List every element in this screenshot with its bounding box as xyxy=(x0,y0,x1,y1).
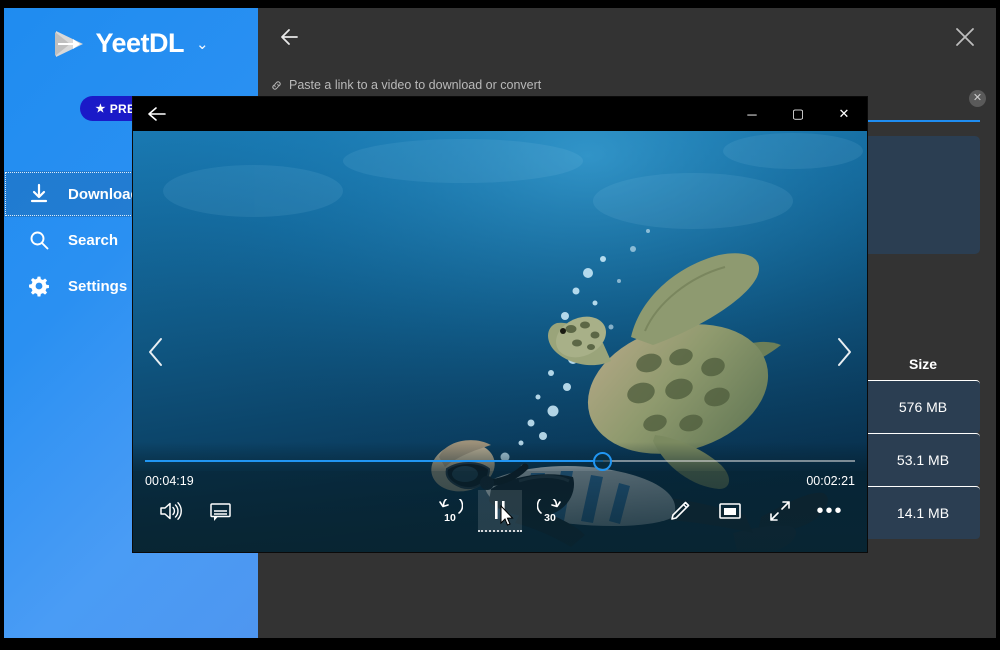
close-button[interactable]: ✕ xyxy=(821,97,867,131)
paste-link-hint: Paste a link to a video to download or c… xyxy=(270,78,541,92)
seek-bar[interactable] xyxy=(145,452,855,471)
brand-name: YeetDL xyxy=(95,28,184,58)
link-icon xyxy=(272,80,281,90)
mini-player-button[interactable] xyxy=(708,490,752,532)
video-player-window: ─ ▢ ✕ 00:04:19 00:02:21 xyxy=(133,97,867,552)
mini-player-icon xyxy=(719,503,741,519)
fullscreen-button[interactable] xyxy=(758,490,802,532)
pencil-icon xyxy=(671,501,690,520)
pause-icon xyxy=(495,501,505,519)
back-arrow-icon[interactable] xyxy=(145,103,171,125)
next-video-button[interactable] xyxy=(827,327,861,377)
back-arrow-icon[interactable] xyxy=(276,22,306,52)
elapsed-time: 00:04:19 xyxy=(145,474,194,488)
chevron-left-icon xyxy=(149,338,162,366)
maximize-button[interactable]: ▢ xyxy=(775,97,821,131)
content-topbar xyxy=(258,8,996,68)
sidebar-item-label: Settings xyxy=(68,277,128,295)
more-options-button[interactable]: ••• xyxy=(808,490,852,532)
play-logo-icon xyxy=(55,30,84,57)
brand[interactable]: YeetDL ⌄ xyxy=(4,28,258,59)
screen: YeetDL ⌄ ★ PREMIUM Downloads xyxy=(0,0,1000,650)
remaining-time: 00:02:21 xyxy=(806,474,855,488)
captions-button[interactable] xyxy=(198,490,242,532)
play-pause-button[interactable] xyxy=(478,490,522,532)
paste-link-hint-label: Paste a link to a video to download or c… xyxy=(289,78,542,92)
search-icon xyxy=(30,231,49,250)
chevron-down-icon[interactable]: ⌄ xyxy=(196,35,209,53)
close-icon[interactable] xyxy=(952,24,978,50)
column-header-size: Size xyxy=(908,356,937,372)
cell-size: 14.1 MB xyxy=(896,505,950,521)
cell-size: 53.1 MB xyxy=(896,452,950,468)
fullscreen-icon xyxy=(770,501,790,521)
rewind-10-icon xyxy=(439,499,463,514)
seek-thumb[interactable] xyxy=(593,452,612,471)
player-titlebar[interactable]: ─ ▢ ✕ xyxy=(133,97,867,131)
more-options-label: ••• xyxy=(816,500,844,522)
cell-size: 576 MB xyxy=(898,399,948,415)
clear-url-button[interactable]: ✕ xyxy=(969,90,986,107)
edit-button[interactable] xyxy=(658,490,702,532)
forward-30-button[interactable]: 30 xyxy=(528,490,572,532)
rewind-10-button[interactable]: 10 xyxy=(428,490,472,532)
gear-icon xyxy=(29,276,49,297)
volume-button[interactable] xyxy=(148,490,192,532)
star-icon: ★ xyxy=(95,103,106,115)
closed-captions-icon xyxy=(209,502,231,521)
volume-icon xyxy=(160,502,182,520)
chevron-right-icon xyxy=(838,338,851,366)
seek-progress xyxy=(145,460,603,462)
minimize-button[interactable]: ─ xyxy=(729,97,775,131)
video-stage[interactable]: 00:04:19 00:02:21 xyxy=(133,131,867,552)
sidebar-item-label: Search xyxy=(68,231,119,249)
previous-video-button[interactable] xyxy=(139,327,173,377)
window-controls: ─ ▢ ✕ xyxy=(729,97,867,131)
forward-30-icon xyxy=(537,499,561,514)
download-icon xyxy=(30,183,48,203)
